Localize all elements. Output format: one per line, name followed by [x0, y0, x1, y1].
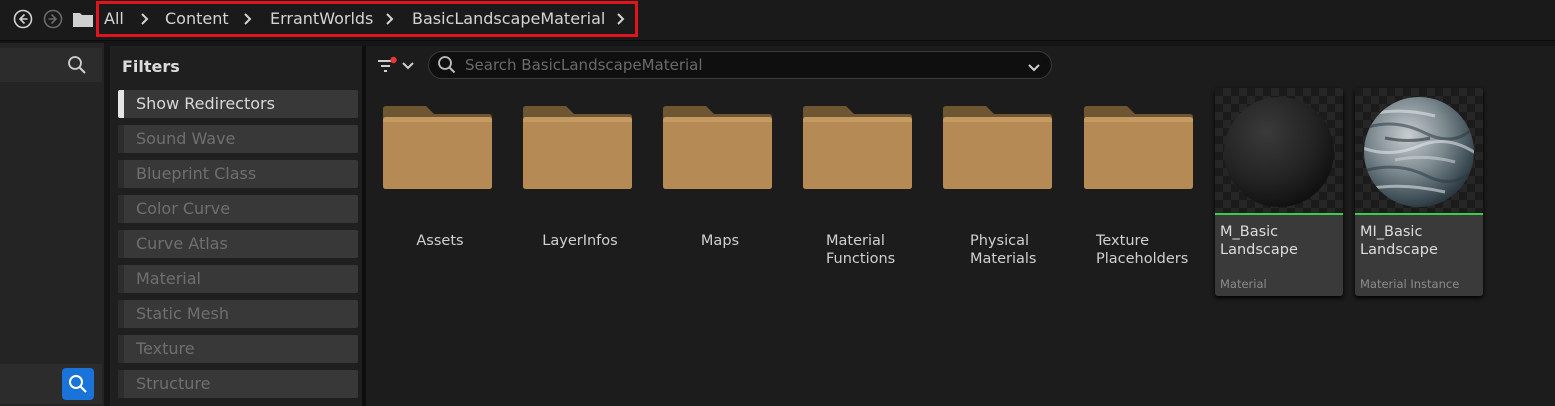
- filter-material[interactable]: Material: [118, 265, 358, 293]
- filter-label: Material: [136, 269, 201, 288]
- chevron-right-icon[interactable]: [383, 9, 397, 29]
- filter-toggle-bar: [118, 335, 124, 363]
- folder-tile-physical-materials[interactable]: Physical Materials: [940, 100, 1070, 290]
- folder-name: Physical Materials: [970, 233, 1037, 267]
- folder-icon: [803, 106, 912, 189]
- filter-color-curve[interactable]: Color Curve: [118, 195, 358, 223]
- sources-panel: [0, 43, 104, 406]
- back-button[interactable]: [12, 8, 34, 30]
- folder-tile-assets[interactable]: Assets: [380, 100, 510, 290]
- folder-tile-layerinfos[interactable]: LayerInfos: [520, 100, 650, 290]
- asset-type-color-bar: [1355, 213, 1483, 215]
- folder-tile-maps[interactable]: Maps: [660, 100, 790, 290]
- folder-icon: [73, 13, 93, 27]
- collections-search-button[interactable]: [62, 368, 94, 400]
- breadcrumb-item-basiclandscapematerial[interactable]: BasicLandscapeMaterial: [412, 9, 605, 29]
- asset-name: M_Basic Landscape: [1220, 224, 1298, 258]
- filter-label: Texture: [136, 339, 195, 358]
- sources-search-row: [0, 48, 102, 82]
- asset-type-label: Material Instance: [1360, 277, 1460, 291]
- filter-toggle-bar: [118, 300, 124, 328]
- asset-name: MI_Basic Landscape: [1360, 224, 1438, 258]
- asset-tile-mi-basic-landscape[interactable]: MI_Basic Landscape Material Instance: [1355, 88, 1483, 296]
- folder-name: Material Functions: [826, 233, 896, 267]
- filter-label: Static Mesh: [136, 304, 229, 323]
- chevron-down-icon: [402, 62, 414, 70]
- filter-label: Blueprint Class: [136, 164, 257, 183]
- folder-icon: [943, 106, 1052, 189]
- breadcrumb-item-errantworlds[interactable]: ErrantWorlds: [270, 9, 373, 29]
- asset-type-color-bar: [1215, 213, 1343, 215]
- filter-label: Show Redirectors: [136, 94, 275, 113]
- asset-thumbnail: [1355, 88, 1483, 213]
- filter-label: Color Curve: [136, 199, 231, 218]
- asset-type-label: Material: [1220, 277, 1267, 291]
- filter-toggle-bar: [118, 265, 124, 293]
- material-instance-sphere-icon: [1364, 97, 1474, 207]
- filter-toggle-bar: [118, 230, 124, 258]
- chevron-right-icon[interactable]: [138, 9, 152, 29]
- filter-label: Structure: [136, 374, 211, 393]
- folder-name: Assets: [416, 233, 464, 249]
- filters-title: Filters: [122, 57, 180, 76]
- filter-label: Curve Atlas: [136, 234, 228, 253]
- arrow-right-circle-icon: [43, 9, 63, 29]
- folder-name: LayerInfos: [542, 233, 618, 249]
- filter-toggle-bar: [118, 160, 124, 188]
- filter-blueprint-class[interactable]: Blueprint Class: [118, 160, 358, 188]
- folder-browse-button[interactable]: [71, 8, 95, 30]
- breadcrumb-item-content[interactable]: Content: [165, 9, 229, 29]
- filter-sound-wave[interactable]: Sound Wave: [118, 125, 358, 153]
- folder-icon: [663, 106, 772, 189]
- chevron-right-icon[interactable]: [614, 9, 628, 29]
- folder-tile-texture-placeholders[interactable]: Texture Placeholders: [1081, 100, 1211, 290]
- folder-icon: [523, 106, 632, 189]
- filter-dropdown-button[interactable]: [376, 54, 420, 78]
- search-input[interactable]: [465, 52, 1025, 78]
- filter-curve-atlas[interactable]: Curve Atlas: [118, 230, 358, 258]
- filter-toggle-bar: [118, 370, 124, 398]
- filter-toggle-bar: [118, 195, 124, 223]
- filter-texture[interactable]: Texture: [118, 335, 358, 363]
- chevron-down-icon[interactable]: [1027, 59, 1041, 78]
- search-icon: [69, 375, 87, 393]
- material-sphere-icon: [1224, 97, 1334, 207]
- chevron-right-icon[interactable]: [241, 9, 255, 29]
- filter-toggle-bar: [118, 90, 124, 118]
- filter-structure[interactable]: Structure: [118, 370, 358, 398]
- arrow-left-circle-icon: [13, 9, 33, 29]
- folder-icon: [383, 106, 492, 189]
- search-icon[interactable]: [67, 55, 87, 79]
- filter-static-mesh[interactable]: Static Mesh: [118, 300, 358, 328]
- filter-icon: [378, 56, 397, 72]
- folder-icon: [1084, 106, 1193, 189]
- filter-toggle-bar: [118, 125, 124, 153]
- search-icon: [437, 55, 457, 79]
- filter-show-redirectors[interactable]: Show Redirectors: [118, 90, 358, 118]
- asset-search-box[interactable]: [428, 51, 1052, 79]
- forward-button[interactable]: [42, 8, 64, 30]
- folder-name: Texture Placeholders: [1096, 233, 1189, 267]
- breadcrumb-item-all[interactable]: All: [104, 9, 124, 29]
- asset-thumbnail: [1215, 88, 1343, 213]
- folder-tile-material-functions[interactable]: Material Functions: [800, 100, 930, 290]
- filter-label: Sound Wave: [136, 129, 236, 148]
- folder-name: Maps: [700, 233, 740, 249]
- asset-tile-m-basic-landscape[interactable]: M_Basic Landscape Material: [1215, 88, 1343, 296]
